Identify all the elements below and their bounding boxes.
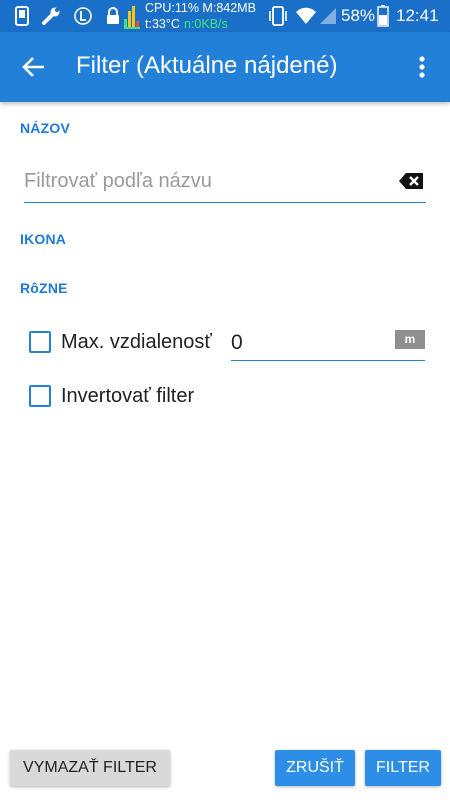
battery-icon [376,0,390,32]
section-label-misc: RôZNE [20,280,68,296]
vibrate-icon [266,0,290,32]
name-filter-input[interactable] [24,162,384,200]
lock-icon [104,0,122,32]
wifi-icon [294,0,318,32]
battery-percent: 58% [341,6,376,25]
wrench-icon [40,0,62,32]
status-bar: CPU:11% M:842MB t:33°C n:0KB/s 58% 12:41 [0,0,450,32]
section-label-icon: IKONA [20,231,67,247]
backspace-clear-icon[interactable] [396,170,426,192]
arrow-left-icon[interactable] [14,49,54,85]
unit-badge: m [395,330,425,349]
max-distance-checkbox[interactable] [29,331,51,353]
bars-icon [122,0,142,32]
clear-filter-button[interactable]: VYMAZAŤ FILTER [10,750,170,786]
max-distance-field: m [231,328,425,361]
max-distance-input[interactable] [231,328,381,358]
filter-button[interactable]: FILTER [365,750,441,786]
net-text: n:0KB/s [184,17,228,31]
invert-filter-checkbox[interactable] [29,385,51,407]
max-distance-label: Max. vzdialenosť [61,331,212,353]
cpu-text: CPU:11% M:842MB [145,1,256,15]
invert-filter-label: Invertovať filter [61,385,195,407]
more-vert-icon[interactable] [404,49,440,85]
L-icon [72,0,94,32]
signal-icon [318,0,338,32]
page-title: Filter (Aktuálne nájdené) [76,52,338,79]
app-bar: Filter (Aktuálne nájdené) [0,32,450,102]
device-icon [12,0,32,32]
cancel-button[interactable]: ZRUŠIŤ [275,750,355,786]
section-label-name: NÁZOV [20,120,70,136]
name-filter-field [24,162,426,203]
temp-text: t:33°C [145,17,180,31]
clock: 12:41 [396,6,439,25]
